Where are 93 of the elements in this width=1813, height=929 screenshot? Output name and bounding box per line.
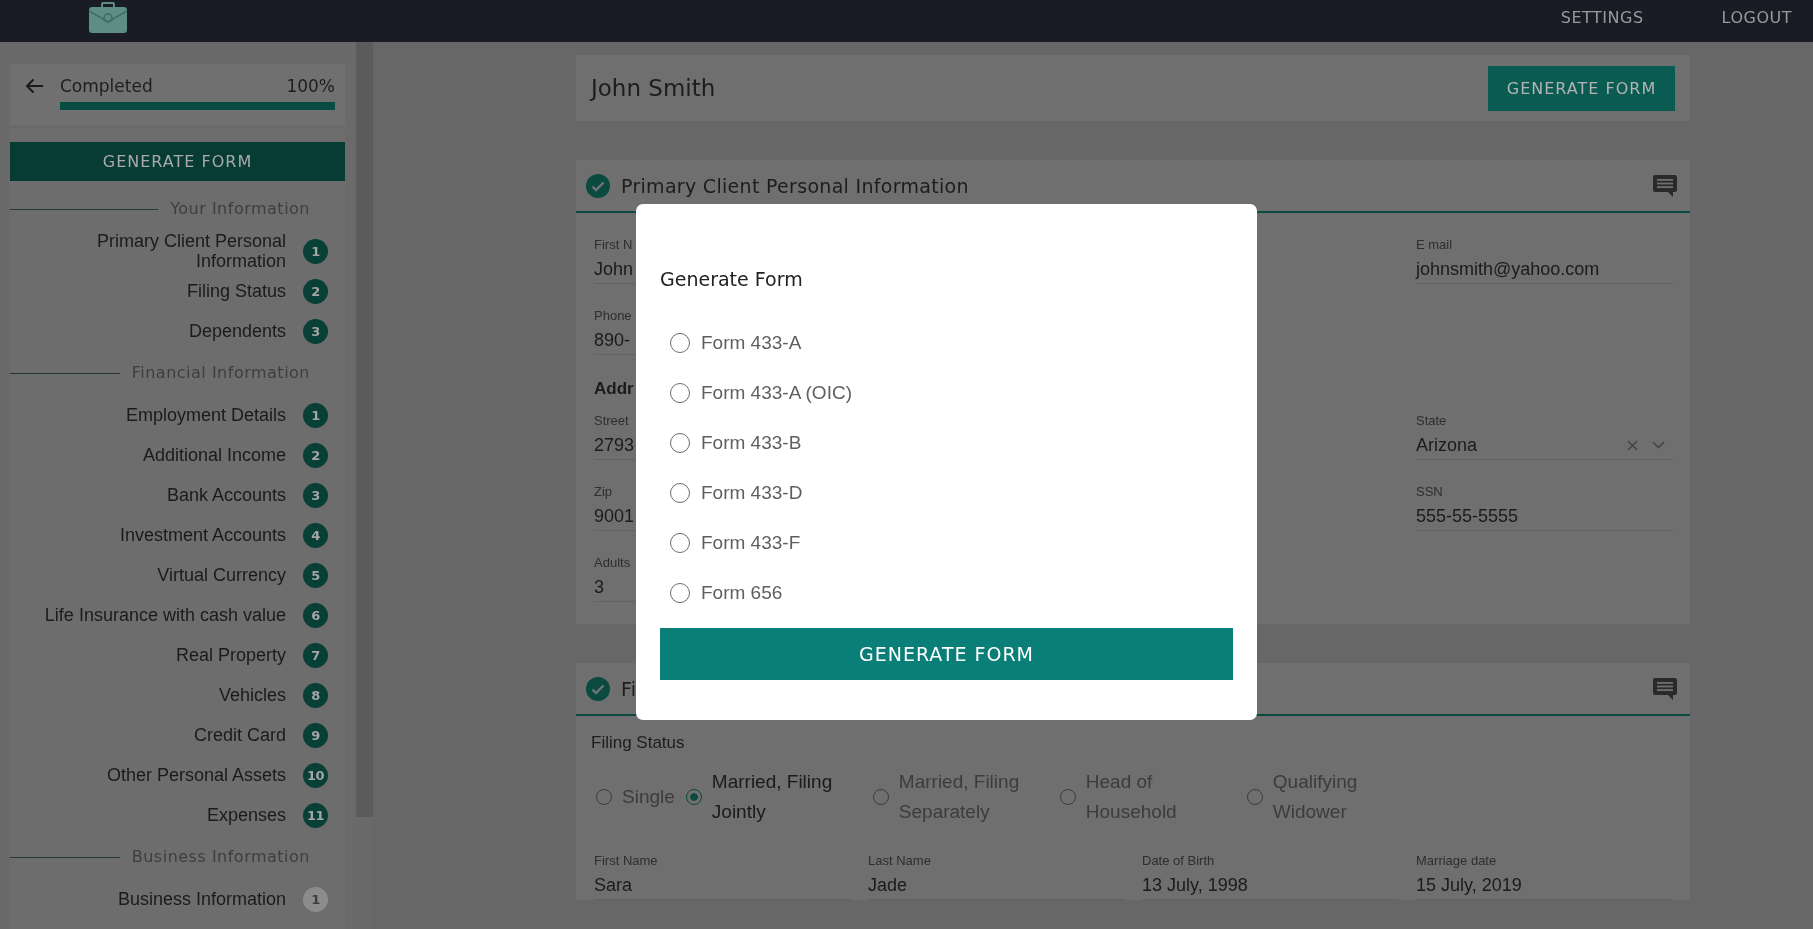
text-field[interactable]: Last Name Jade — [868, 853, 1125, 900]
generate-form-button[interactable]: GENERATE FORM — [660, 628, 1233, 680]
field-value: johnsmith@yahoo.com — [1416, 258, 1601, 281]
text-field[interactable]: Marriage date 15 July, 2019 — [1416, 853, 1673, 900]
nav-item[interactable]: Bank Accounts — [166, 485, 286, 505]
field-label: Marriage date — [1416, 853, 1498, 869]
nav-item[interactable]: Business Information — [117, 889, 286, 909]
field-label: First Name — [594, 853, 659, 869]
step-badge: 1 — [303, 238, 328, 264]
text-field[interactable]: SSN 555-55-5555 — [1416, 484, 1673, 531]
text-field[interactable]: Adults 3 — [594, 555, 635, 602]
nav-item[interactable]: Vehicles — [218, 685, 286, 705]
nav-item[interactable]: Credit Card — [193, 725, 286, 745]
briefcase-icon[interactable] — [89, 2, 127, 33]
generate-form-button[interactable]: GENERATE FORM — [1488, 65, 1675, 111]
nav-item[interactable]: Life Insurance with cash value — [44, 605, 286, 625]
comment-icon[interactable] — [1653, 677, 1677, 700]
option-label[interactable]: Form 433-F — [701, 531, 801, 555]
field-label: Zip — [594, 484, 614, 500]
section-title: Primary Client Personal Information — [621, 173, 969, 198]
nav-item[interactable]: Expenses — [206, 805, 286, 825]
progress-label: Completed — [60, 76, 153, 96]
nav-item[interactable]: Additional Income — [142, 445, 286, 465]
text-field[interactable]: First Name Sara — [594, 853, 851, 900]
field-label: Adults — [594, 555, 632, 571]
field-value: Sara — [594, 874, 634, 897]
left-arrow-icon[interactable] — [25, 78, 44, 94]
field-value: 13 July, 1998 — [1142, 874, 1249, 897]
step-badge: 10 — [303, 762, 328, 788]
clear-icon[interactable] — [1627, 439, 1638, 451]
radio-button[interactable] — [685, 789, 702, 805]
step-badge: 3 — [303, 482, 328, 508]
field-label: First N — [594, 237, 634, 253]
nav-item[interactable]: Filing Status — [186, 281, 286, 301]
field-value: Jade — [868, 874, 909, 897]
field-value: 555-55-5555 — [1416, 505, 1520, 528]
step-badge: 1 — [303, 886, 328, 912]
section-title: Fi — [621, 676, 637, 701]
step-badge: 2 — [303, 442, 328, 468]
nav-item[interactable]: Investment Accounts — [119, 525, 286, 545]
step-badge: 5 — [303, 562, 328, 588]
text-field[interactable]: State Arizona — [1416, 413, 1673, 460]
nav-item[interactable]: Real Property — [175, 645, 286, 665]
option-label[interactable]: Form 433-D — [701, 481, 803, 505]
option-label[interactable]: Form 433-A — [701, 331, 802, 355]
field-value: 3 — [594, 576, 605, 599]
option-label[interactable]: Form 656 — [701, 581, 783, 605]
field-label: State — [1416, 413, 1448, 429]
field-value: 890- — [594, 329, 632, 352]
step-badge: 11 — [303, 802, 328, 828]
field-label: Phone — [594, 308, 633, 324]
step-badge: 9 — [303, 722, 328, 748]
option-label[interactable]: Form 433-A (OIC) — [701, 381, 852, 405]
step-badge: 6 — [303, 602, 328, 628]
text-field[interactable]: Date of Birth 13 July, 1998 — [1142, 853, 1399, 900]
nav-item[interactable]: Primary Client Personal Information — [36, 231, 286, 271]
field-value: 9001 — [594, 505, 635, 528]
step-badge: 7 — [303, 642, 328, 668]
chevron-down-icon[interactable] — [1652, 441, 1665, 449]
field-label: Last Name — [868, 853, 932, 869]
text-field[interactable]: E mail johnsmith@yahoo.com — [1416, 237, 1673, 284]
step-badge: 4 — [303, 522, 328, 548]
field-value: 15 July, 2019 — [1416, 874, 1523, 897]
text-field[interactable]: Street 2793 — [594, 413, 635, 460]
client-name: John Smith — [591, 74, 716, 102]
field-label: Filing Status — [591, 733, 685, 753]
text-field[interactable]: Zip 9001 — [594, 484, 635, 531]
nav-item[interactable]: Employment Details — [125, 405, 286, 425]
field-value: John — [594, 258, 635, 281]
step-badge: 3 — [303, 318, 328, 344]
option-label[interactable]: Married, Filing Jointly — [711, 767, 862, 827]
nav-item[interactable]: Virtual Currency — [157, 565, 286, 585]
field-value: Arizona — [1416, 434, 1479, 457]
step-badge: 1 — [303, 402, 328, 428]
dialog-title: Generate Form — [660, 267, 803, 291]
step-badge: 2 — [303, 278, 328, 304]
field-value: 2793 — [594, 434, 635, 457]
comment-icon[interactable] — [1653, 174, 1677, 197]
step-badge: 8 — [303, 682, 328, 708]
field-label: Street — [594, 413, 630, 429]
option-label[interactable]: Form 433-B — [701, 431, 802, 455]
field-label: Date of Birth — [1142, 853, 1216, 869]
nav-link[interactable]: SETTINGS — [1560, 8, 1644, 28]
group-heading: Addr — [594, 378, 634, 400]
progress-reading: 100% — [286, 76, 335, 96]
generate-form-button[interactable]: GENERATE FORM — [10, 142, 345, 181]
field-label: E mail — [1416, 237, 1454, 253]
text-field[interactable]: Phone 890- — [594, 308, 635, 355]
text-field[interactable]: First N John — [594, 237, 635, 284]
nav-link[interactable]: LOGOUT — [1721, 8, 1792, 28]
nav-item[interactable]: Dependents — [188, 321, 286, 341]
nav-item[interactable]: Other Personal Assets — [106, 765, 286, 785]
field-label: SSN — [1416, 484, 1444, 500]
